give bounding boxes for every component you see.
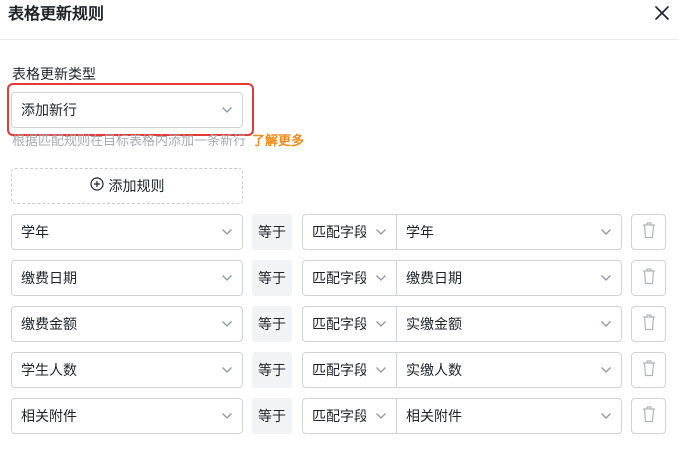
hint-text: 根据匹配规则在目标表格内添加一条新行: [12, 134, 247, 149]
trash-icon: [642, 267, 656, 289]
rule-match-type-select[interactable]: 匹配字段: [302, 352, 397, 388]
rule-target-field-value: 学年: [406, 225, 434, 241]
rule-target-field-select[interactable]: 实缴金额: [397, 306, 622, 342]
close-icon: [655, 5, 669, 24]
dialog-header: 表格更新规则: [0, 0, 679, 40]
learn-more-link[interactable]: 了解更多: [252, 134, 304, 149]
chevron-down-icon: [366, 261, 396, 295]
rule-source-field-value: 缴费金额: [21, 317, 77, 333]
rule-source-field-value: 学生人数: [21, 363, 77, 379]
rule-target-field-value: 实缴金额: [406, 317, 462, 333]
rule-target-field-value: 缴费日期: [406, 271, 462, 287]
delete-rule-button[interactable]: [631, 306, 666, 342]
rule-operator: 等于: [252, 352, 292, 388]
rule-match-type-value: 匹配字段: [312, 317, 366, 333]
rule-source-field-select[interactable]: 缴费日期: [11, 260, 243, 296]
trash-icon: [642, 221, 656, 243]
update-type-value: 添加新行: [21, 103, 77, 119]
rule-source-field-value: 学年: [21, 225, 49, 241]
chevron-down-icon: [591, 353, 621, 387]
rule-target-field-select[interactable]: 学年: [397, 214, 622, 250]
rule-target-field-select[interactable]: 缴费日期: [397, 260, 622, 296]
rule-source-field-select[interactable]: 相关附件: [11, 398, 243, 434]
rule-match-type-select[interactable]: 匹配字段: [302, 214, 397, 250]
update-type-select[interactable]: 添加新行: [11, 92, 243, 128]
chevron-down-icon: [591, 307, 621, 341]
rule-operator: 等于: [252, 214, 292, 250]
rule-target-field-value: 相关附件: [406, 409, 462, 425]
update-type-hint: 根据匹配规则在目标表格内添加一条新行 了解更多: [12, 134, 304, 150]
chevron-down-icon: [366, 353, 396, 387]
update-rules-dialog: 表格更新规则 表格更新类型 添加新行 根据匹配规则在目标表格内添加一条新行 了解更…: [0, 0, 679, 451]
delete-rule-button[interactable]: [631, 260, 666, 296]
rule-source-field-select[interactable]: 缴费金额: [11, 306, 243, 342]
rule-match-type-select[interactable]: 匹配字段: [302, 260, 397, 296]
add-rule-button[interactable]: 添加规则: [11, 168, 243, 204]
chevron-down-icon: [212, 261, 242, 295]
rule-target-field-value: 实缴人数: [406, 363, 462, 379]
chevron-down-icon: [212, 353, 242, 387]
update-type-label: 表格更新类型: [12, 67, 96, 83]
rule-match-type-value: 匹配字段: [312, 409, 366, 425]
rule-match-type-value: 匹配字段: [312, 225, 366, 241]
rule-source-field-value: 相关附件: [21, 409, 77, 425]
rule-source-field-select[interactable]: 学年: [11, 214, 243, 250]
rule-match-type-value: 匹配字段: [312, 363, 366, 379]
delete-rule-button[interactable]: [631, 214, 666, 250]
trash-icon: [642, 313, 656, 335]
plus-circle-icon: [89, 177, 104, 195]
dialog-title: 表格更新规则: [8, 4, 105, 23]
chevron-down-icon: [591, 399, 621, 433]
delete-rule-button[interactable]: [631, 352, 666, 388]
rule-match-type-value: 匹配字段: [312, 271, 366, 287]
rule-operator: 等于: [252, 306, 292, 342]
chevron-down-icon: [366, 399, 396, 433]
chevron-down-icon: [366, 215, 396, 249]
add-rule-label: 添加规则: [108, 179, 165, 195]
rule-operator: 等于: [252, 260, 292, 296]
delete-rule-button[interactable]: [631, 398, 666, 434]
trash-icon: [642, 359, 656, 381]
rule-source-field-value: 缴费日期: [21, 271, 77, 287]
chevron-down-icon: [591, 215, 621, 249]
chevron-down-icon: [366, 307, 396, 341]
rule-operator: 等于: [252, 398, 292, 434]
trash-icon: [642, 405, 656, 427]
close-button[interactable]: [652, 4, 672, 24]
chevron-down-icon: [212, 215, 242, 249]
chevron-down-icon: [212, 93, 242, 127]
chevron-down-icon: [591, 261, 621, 295]
rule-match-type-select[interactable]: 匹配字段: [302, 398, 397, 434]
chevron-down-icon: [212, 307, 242, 341]
rule-target-field-select[interactable]: 相关附件: [397, 398, 622, 434]
chevron-down-icon: [212, 399, 242, 433]
rule-target-field-select[interactable]: 实缴人数: [397, 352, 622, 388]
rule-match-type-select[interactable]: 匹配字段: [302, 306, 397, 342]
rule-source-field-select[interactable]: 学生人数: [11, 352, 243, 388]
